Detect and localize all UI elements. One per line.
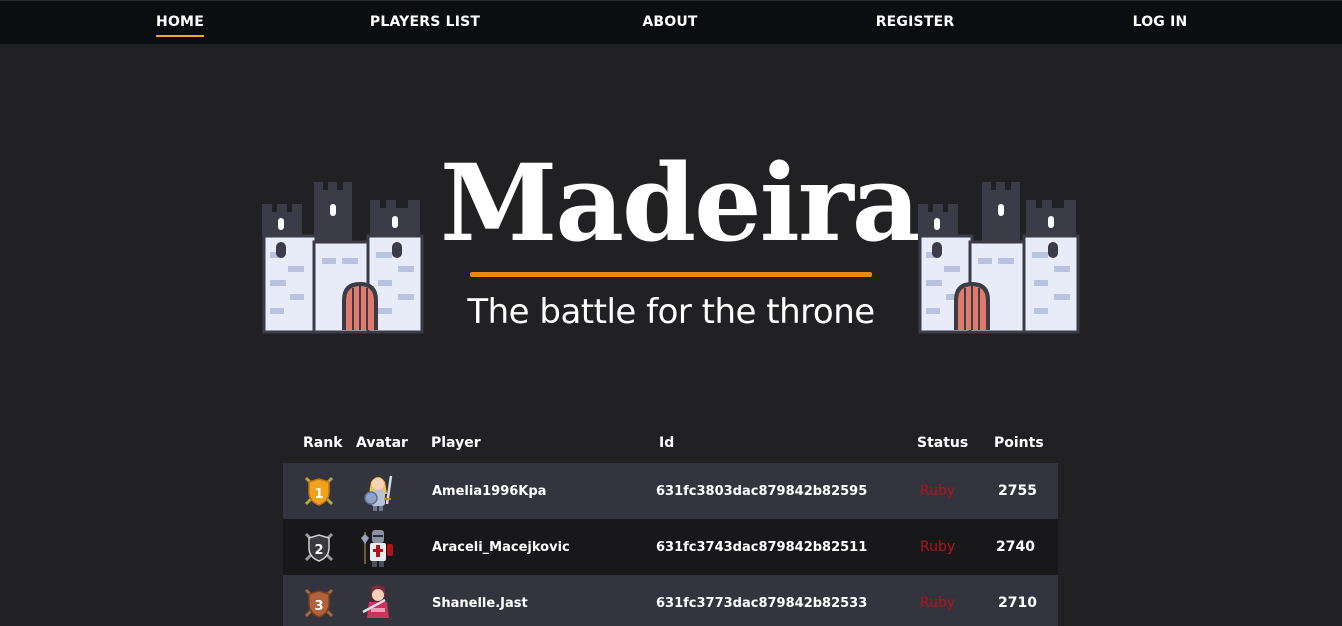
header-player: Player [431,435,481,451]
player-status: Ruby [920,483,956,499]
avatar-cell [357,519,399,575]
table-row[interactable]: 3 Shanelle.Jast 631fc3773dac879842b82533… [283,575,1058,626]
header-points: Points [994,435,1044,451]
table-row[interactable]: 1 Amelia1996Kpa 631fc3803dac879842b82595… [283,463,1058,519]
leaderboard-table: Rank Avatar Player Id Status Points 1 Am… [283,426,1058,626]
gold-rank-badge-icon: 1 [304,476,334,506]
header-rank: Rank [303,435,343,451]
silver-rank-badge-icon: 2 [304,532,334,562]
table-row[interactable]: 2 Araceli_Macejkovic 631fc3743dac879842b… [283,519,1058,575]
rank-number: 1 [314,487,323,502]
player-name[interactable]: Amelia1996Kpa [432,463,546,519]
nav-players-list-link[interactable]: PLAYERS LIST [370,14,480,30]
rank-number: 2 [314,543,323,558]
rank-cell: 1 [302,463,336,519]
avatar-cell [357,463,399,519]
player-name[interactable]: Shanelle.Jast [432,575,528,626]
player-points: 2710 [998,595,1037,611]
top-navigation: HOME PLAYERS LIST ABOUT REGISTER LOG IN [0,0,1342,44]
nav-active-underline [156,35,204,37]
nav-players-list-label: PLAYERS LIST [369,14,481,30]
castle-right-icon [918,182,1080,334]
header-id: Id [659,435,675,451]
logo-divider-bar [470,272,872,277]
player-id: 631fc3743dac879842b82511 [656,539,868,555]
female-warrior-avatar-icon [362,585,389,618]
templar-knight-avatar-icon [361,530,393,567]
nav-login-label: LOG IN [1132,14,1188,30]
nav-about-label: ABOUT [642,14,698,30]
avatar-cell [357,575,399,626]
nav-register-label: REGISTER [875,14,955,30]
player-status: Ruby [920,539,956,555]
player-id: 631fc3773dac879842b82533 [656,595,868,611]
female-knight-avatar-icon [364,475,393,511]
nav-home-link[interactable]: HOME [156,14,204,37]
header-avatar: Avatar [356,435,408,451]
player-id: 631fc3803dac879842b82595 [656,483,868,499]
player-status: Ruby [920,595,956,611]
rank-number: 3 [314,599,323,614]
player-points: 2740 [996,539,1035,555]
header-status: Status [917,435,969,451]
nav-register-link[interactable]: REGISTER [876,14,955,30]
rank-cell: 2 [302,519,336,575]
nav-login-link[interactable]: LOG IN [1133,14,1188,30]
player-points: 2755 [998,483,1037,499]
rank-cell: 3 [302,575,336,626]
table-header: Rank Avatar Player Id Status Points [283,426,1058,463]
logo-subtitle: The battle for the throne [467,292,875,332]
logo-title: Madeira [440,140,920,265]
castle-left-icon [262,182,424,334]
nav-home-label: HOME [156,14,204,30]
player-name[interactable]: Araceli_Macejkovic [432,519,570,575]
nav-about-link[interactable]: ABOUT [642,14,697,30]
bronze-rank-badge-icon: 3 [304,588,334,618]
